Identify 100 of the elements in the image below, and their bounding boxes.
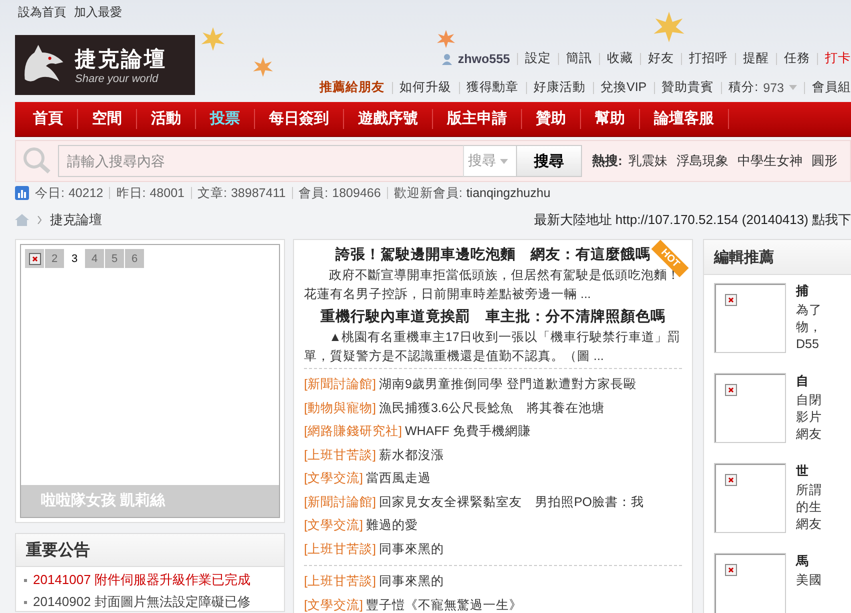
announcement-link[interactable]: 20140902 封面圖片無法設定障礙已修 [33, 593, 250, 611]
pick-text: 網友 [796, 426, 822, 443]
thumbnail-frame[interactable] [714, 283, 786, 353]
breadcrumb-link[interactable]: 捷克論壇 [50, 211, 102, 229]
topic-link[interactable]: 薪水都沒漲 [378, 448, 444, 462]
caret-icon [789, 85, 797, 90]
nav-tab[interactable]: 遊戲序號 [344, 109, 433, 129]
thumbnail-frame[interactable] [714, 373, 786, 443]
pick-title[interactable]: 自 [796, 373, 822, 390]
notice-link[interactable]: 最新大陸地址 http://107.170.52.154 (20140413) 點我下 [534, 211, 851, 229]
headline-link[interactable]: 重機行駛內車道竟挨罰 車主批：分不清牌照顏色嗎 [320, 306, 666, 328]
new-member-link[interactable]: tianqingzhuzhu [466, 186, 550, 200]
stat-value: 40212 [68, 186, 104, 200]
topic-link[interactable]: 湖南9歲男童推倒同學 登門道歉遭對方家長毆 [378, 377, 636, 391]
user-link[interactable]: 打招呼 [689, 50, 728, 67]
pick-title[interactable]: 馬 [796, 553, 822, 570]
nav-tab[interactable]: 空間 [78, 109, 137, 129]
user-link[interactable]: 收藏 [607, 50, 633, 67]
thumbnail-frame[interactable] [714, 463, 786, 533]
logo-tagline: Share your world [75, 73, 160, 85]
pick-text: 自閉 [796, 392, 822, 409]
pick-text: 網友 [796, 516, 822, 533]
pick-text: 所謂 [796, 482, 822, 499]
announcement-link[interactable]: 20141007 附件伺服器升級作業已完成 [33, 571, 250, 589]
bar-chart-icon [15, 186, 29, 200]
sub-link[interactable]: 獲得勳章 [466, 79, 518, 96]
bullet-icon [24, 578, 27, 582]
user-link[interactable]: 好友 [648, 50, 674, 67]
headline-summary: ▲桃園有名重機車主17日收到一張以「機車行駛禁行車道」罰單，質疑警方是不認識重機還是值勤不認真。（圖 ... [304, 329, 682, 365]
stat-label: 今日: [35, 184, 64, 202]
topic-link[interactable]: WHAFF 免費手機網賺 [404, 424, 531, 438]
pick-text: 為了 [796, 302, 822, 319]
broken-image-icon [725, 564, 737, 576]
logo-title: 捷克論壇 [75, 46, 167, 73]
nav-tab[interactable]: 投票 [196, 109, 255, 129]
stat-label: 會員: [298, 184, 328, 202]
topic-link[interactable]: 回家見女友全裸緊黏室友 男拍照PO臉書：我 [378, 494, 644, 508]
search-field[interactable]: 請輸入搜尋內容 [58, 145, 464, 177]
topic-link[interactable]: 當西風走過 [366, 471, 431, 485]
nav-tab[interactable]: 活動 [137, 109, 196, 129]
sub-link[interactable]: 兌換VIP [600, 79, 647, 96]
stat-value: 48001 [150, 186, 184, 200]
stat-label: 昨日: [116, 184, 146, 202]
search-button[interactable]: 搜尋 [516, 145, 582, 177]
user-link[interactable]: 任務 [784, 50, 810, 67]
pick-text: 的生 [796, 499, 822, 516]
pick-title[interactable]: 捕 [796, 283, 822, 300]
home-icon[interactable] [15, 214, 29, 226]
sub-link[interactable]: 如何升級 [400, 79, 452, 96]
nav-tab[interactable]: 版主申請 [433, 109, 522, 129]
topic-link[interactable]: 漁民捕獲3.6公尺長鯰魚 將其養在池塘 [378, 400, 604, 414]
user-link[interactable]: 提醒 [743, 50, 769, 67]
user-link[interactable]: 打卡 [825, 50, 851, 67]
stat-label: 歡迎新會員: [394, 184, 462, 202]
topic-link[interactable]: 同事來黑的 [378, 574, 444, 588]
topic-link[interactable]: 豐子愷《不寵無驚過一生》 [366, 598, 522, 612]
pick-text: 物， [796, 319, 822, 336]
stat-value: 1809466 [332, 186, 381, 200]
hot-search-link[interactable]: 浮島現象 [676, 152, 728, 170]
points-label: 積分: [728, 79, 758, 96]
hot-search-link[interactable]: 圓形 [811, 152, 838, 170]
topic-link[interactable]: 難過的愛 [366, 518, 418, 532]
thumbnail-frame[interactable] [714, 553, 786, 613]
username-link[interactable]: zhwo555 [458, 52, 510, 66]
hot-search-link[interactable]: 中學生女神 [737, 152, 802, 170]
broken-image-icon [725, 294, 737, 306]
user-icon [440, 52, 453, 64]
nav-tab[interactable]: 論壇客服 [640, 109, 729, 129]
points-value[interactable]: 973 [763, 80, 784, 94]
top-link[interactable]: 設為首頁 [18, 4, 66, 20]
user-link[interactable]: 簡訊 [566, 50, 592, 67]
pick-title[interactable]: 世 [796, 463, 822, 480]
panel-title: 編輯推薦 [714, 248, 774, 266]
pick-text: D55 [796, 336, 820, 353]
nav-tab[interactable]: 贊助 [522, 109, 581, 129]
slide-tab[interactable] [25, 249, 44, 268]
nav-tab[interactable]: 幫助 [581, 109, 640, 129]
headline-link[interactable]: 誇張！駕駛邊開車邊吃泡麵 網友：有這麼餓嗎 [336, 244, 650, 266]
panel-title: 重要公告 [26, 540, 90, 560]
chevron-icon [37, 216, 42, 224]
caret-icon [500, 158, 508, 164]
broken-image-icon [725, 474, 737, 486]
hot-search-link[interactable]: 乳震妹 [628, 152, 668, 170]
pick-text: 美國 [796, 572, 822, 589]
user-group-link[interactable]: 會員組 [812, 79, 851, 96]
search-icon [22, 146, 52, 176]
hot-search-label: 熱搜: [592, 152, 622, 170]
broken-image-icon [725, 384, 737, 396]
logo[interactable]: 捷克論壇 Share your world [15, 35, 195, 95]
nav-tab[interactable]: 首頁 [19, 109, 78, 129]
pick-text: 影片 [796, 409, 822, 426]
user-link[interactable]: 設定 [525, 50, 551, 67]
stat-label: 文章: [198, 184, 227, 202]
recommend-link[interactable]: 推薦給朋友 [320, 79, 384, 96]
nav-tab[interactable]: 每日簽到 [255, 109, 344, 129]
sub-link[interactable]: 好康活動 [534, 79, 586, 96]
bullet-icon [24, 600, 27, 604]
sub-link[interactable]: 贊助貴賓 [662, 79, 714, 96]
topic-link[interactable]: 同事來黑的 [378, 542, 444, 556]
top-link[interactable]: 加入最愛 [74, 4, 122, 20]
